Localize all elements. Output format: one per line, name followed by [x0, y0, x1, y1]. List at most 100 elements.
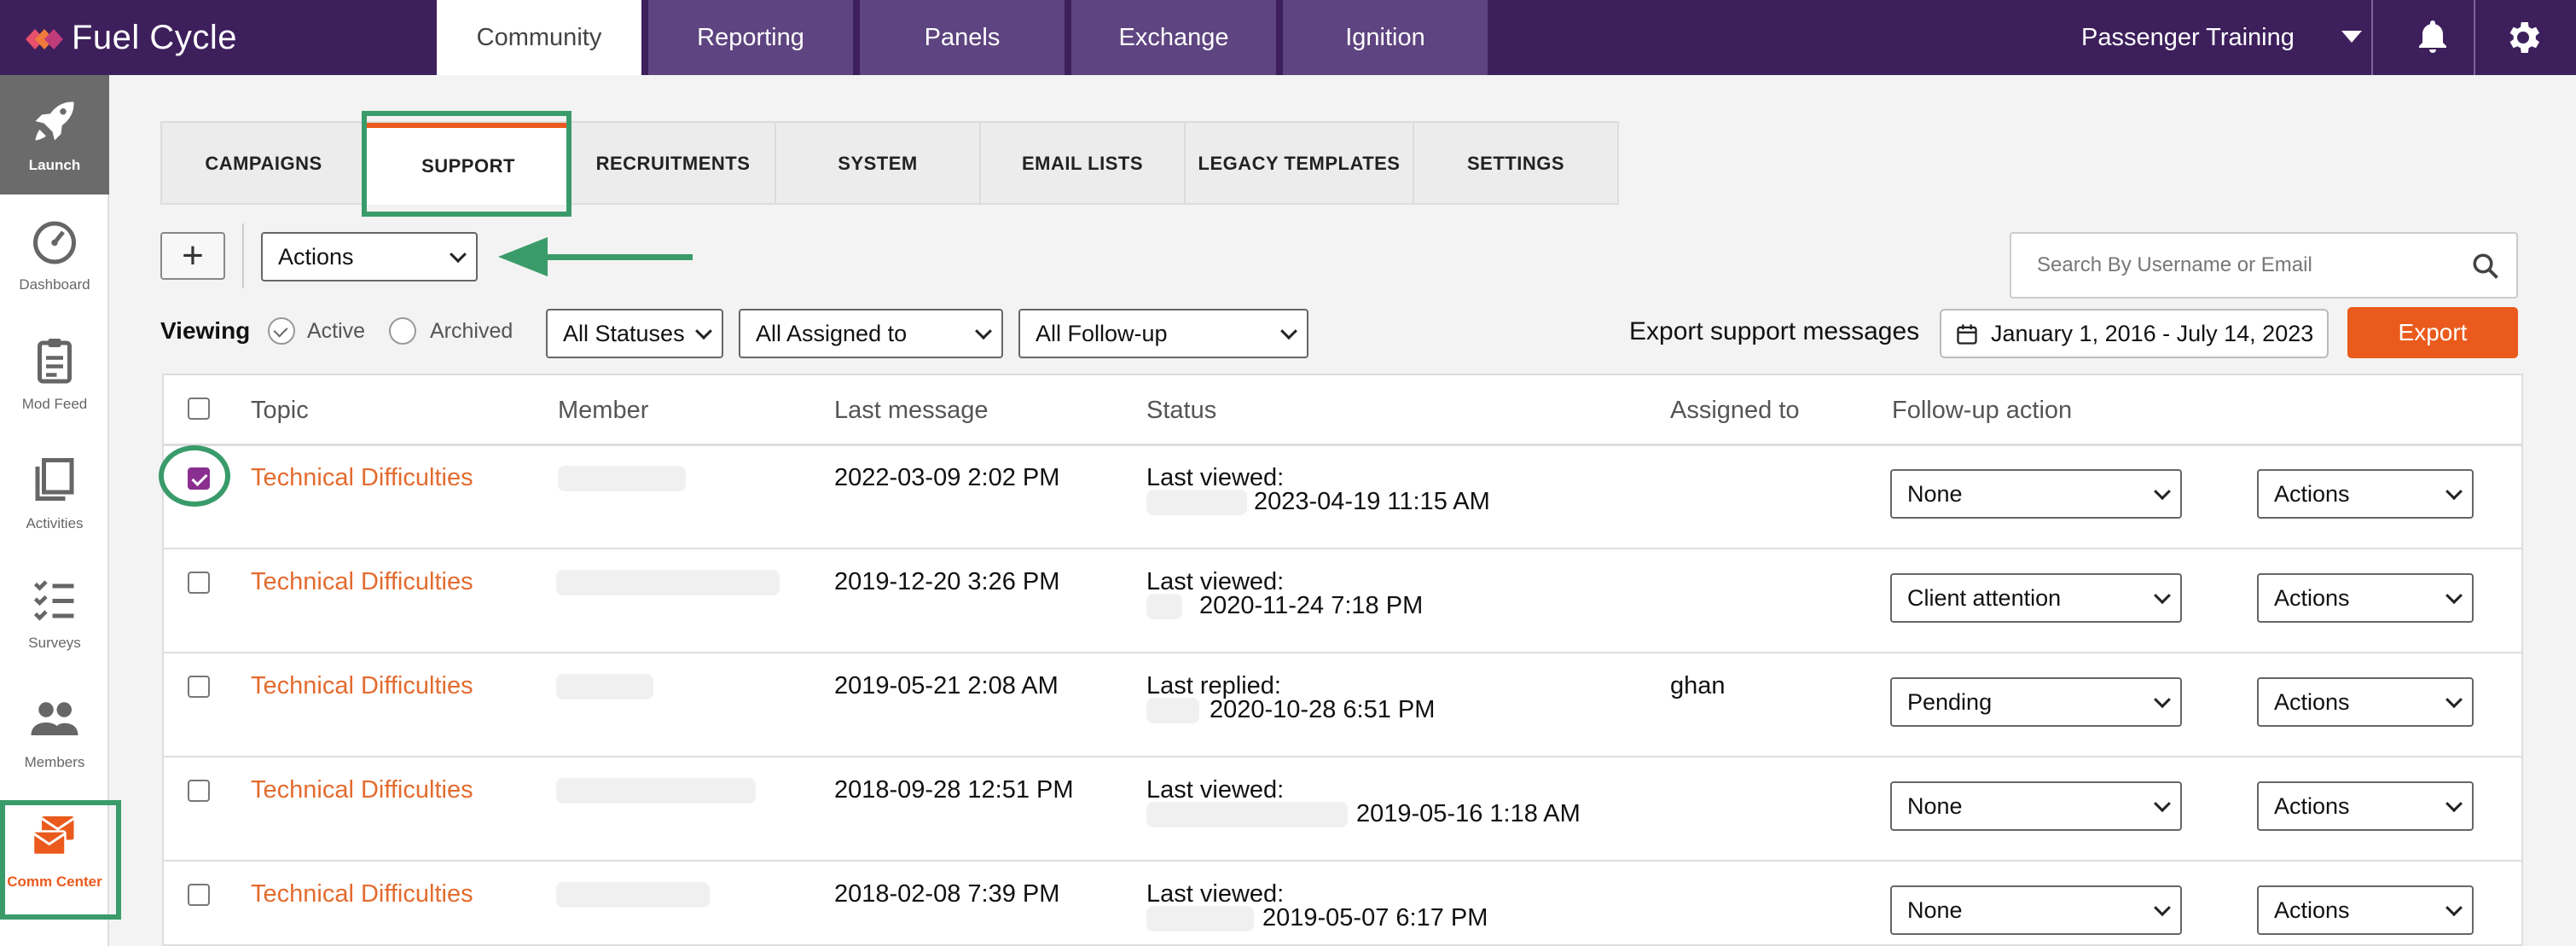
- chevron-down-icon: [2445, 795, 2463, 813]
- bulk-actions-select[interactable]: Actions: [261, 232, 478, 281]
- export-button[interactable]: Export: [2347, 307, 2518, 358]
- topic-link[interactable]: Technical Difficulties: [251, 568, 473, 596]
- column-header-last-message[interactable]: Last message: [834, 375, 989, 445]
- last-message-time: 2018-02-08 7:39 PM: [834, 880, 1060, 908]
- subtab-system[interactable]: SYSTEM: [776, 123, 981, 205]
- chevron-down-icon: [2154, 795, 2171, 813]
- subtab-settings[interactable]: SETTINGS: [1414, 123, 1617, 205]
- row-checkbox[interactable]: [188, 572, 210, 594]
- chevron-down-icon: [450, 246, 467, 264]
- status-time: 2020-11-24 7:18 PM: [1199, 592, 1424, 619]
- followup-select[interactable]: None: [1890, 469, 2182, 519]
- column-header-topic[interactable]: Topic: [251, 375, 309, 445]
- sidebar-item-surveys[interactable]: Surveys: [0, 553, 109, 672]
- redacted-member: [558, 466, 686, 491]
- tab-community[interactable]: Community: [437, 0, 641, 75]
- last-message-time: 2018-09-28 12:51 PM: [834, 776, 1074, 804]
- sidebar-item-launch[interactable]: Launch: [0, 75, 109, 194]
- select-all-checkbox[interactable]: [188, 398, 210, 420]
- topic-link[interactable]: Technical Difficulties: [251, 464, 473, 492]
- row-actions-select[interactable]: Actions: [2257, 469, 2474, 519]
- status-time: 2023-04-19 11:15 AM: [1254, 488, 1490, 515]
- redacted-member: [556, 570, 780, 595]
- search-icon[interactable]: [2470, 251, 2501, 281]
- tab-ignition[interactable]: Ignition: [1283, 0, 1488, 75]
- people-icon: [31, 702, 78, 735]
- column-header-assigned-to[interactable]: Assigned to: [1670, 375, 1800, 445]
- subtab-recruitments[interactable]: RECRUITMENTS: [571, 123, 776, 205]
- table-row: Technical Difficulties 2019-12-20 3:26 P…: [164, 549, 2523, 653]
- followup-value: None: [1907, 792, 1963, 819]
- check-icon: [273, 322, 288, 338]
- row-actions-select[interactable]: Actions: [2257, 781, 2474, 831]
- redacted-member: [556, 882, 710, 908]
- column-header-member[interactable]: Member: [558, 375, 648, 445]
- caret-down-icon[interactable]: [2341, 31, 2362, 43]
- followup-value: None: [1907, 480, 1963, 507]
- sidebar-item-dashboard[interactable]: Dashboard: [0, 194, 109, 314]
- followup-select[interactable]: None: [1890, 885, 2182, 935]
- add-button[interactable]: +: [160, 232, 225, 280]
- followup-filter-select[interactable]: All Follow-up: [1018, 309, 1308, 358]
- logo-mark-icon: [26, 29, 63, 49]
- annotation-highlight-comm-center: [0, 800, 121, 920]
- column-header-followup-action[interactable]: Follow-up action: [1892, 375, 2072, 445]
- followup-value: Pending: [1907, 688, 1993, 715]
- followup-select[interactable]: Client attention: [1890, 573, 2182, 623]
- search-input[interactable]: Search By Username or Email: [2010, 232, 2518, 299]
- subtab-legacy-templates[interactable]: LEGACY TEMPLATES: [1186, 123, 1414, 205]
- sidebar-item-activities[interactable]: Activities: [0, 433, 109, 553]
- sidebar-item-label: Activities: [26, 515, 84, 531]
- followup-select[interactable]: None: [1890, 781, 2182, 831]
- bell-icon[interactable]: [2412, 17, 2453, 58]
- chevron-down-icon: [2154, 483, 2171, 501]
- row-checkbox[interactable]: [188, 884, 210, 906]
- redacted-member: [556, 674, 653, 699]
- export-label: Export support messages: [1629, 317, 1920, 345]
- tab-reporting[interactable]: Reporting: [648, 0, 853, 75]
- subtab-email-lists[interactable]: EMAIL LISTS: [981, 123, 1186, 205]
- fuel-cycle-logo[interactable]: Fuel Cycle: [26, 14, 237, 61]
- active-radio[interactable]: [268, 317, 295, 345]
- sidebar-item-mod-feed[interactable]: Mod Feed: [0, 314, 109, 433]
- row-actions-select[interactable]: Actions: [2257, 677, 2474, 727]
- chevron-down-icon: [2445, 899, 2463, 917]
- row-actions-select[interactable]: Actions: [2257, 885, 2474, 935]
- row-checkbox[interactable]: [188, 676, 210, 698]
- gauge-icon: [33, 221, 76, 264]
- annotation-arrow-head: [498, 237, 548, 276]
- row-actions-select[interactable]: Actions: [2257, 573, 2474, 623]
- sidebar-item-members[interactable]: Members: [0, 672, 109, 792]
- assigned-filter-value: All Assigned to: [756, 320, 908, 346]
- top-nav-bar: Fuel Cycle Community Reporting Panels Ex…: [0, 0, 2576, 75]
- topic-link[interactable]: Technical Difficulties: [251, 776, 473, 804]
- followup-select[interactable]: Pending: [1890, 677, 2182, 727]
- gear-icon[interactable]: [2503, 17, 2544, 58]
- sidebar-item-label: Mod Feed: [21, 396, 88, 412]
- assigned-filter-select[interactable]: All Assigned to: [739, 309, 1003, 358]
- subtab-campaigns[interactable]: CAMPAIGNS: [162, 123, 367, 205]
- status-filter-select[interactable]: All Statuses: [546, 309, 723, 358]
- row-actions-value: Actions: [2274, 792, 2350, 819]
- row-actions-value: Actions: [2274, 897, 2350, 923]
- archived-radio[interactable]: [389, 317, 416, 345]
- last-message-time: 2022-03-09 2:02 PM: [834, 464, 1060, 491]
- chevron-down-icon: [1280, 322, 1297, 340]
- topic-link[interactable]: Technical Difficulties: [251, 672, 473, 700]
- chevron-down-icon: [695, 322, 712, 340]
- table-row: Technical Difficulties 2018-02-08 7:39 P…: [164, 862, 2523, 946]
- tab-panels[interactable]: Panels: [860, 0, 1065, 75]
- row-checkbox[interactable]: [188, 780, 210, 802]
- archived-label: Archived: [430, 319, 513, 343]
- table-row: Technical Difficulties 2019-05-21 2:08 A…: [164, 653, 2523, 757]
- column-header-status[interactable]: Status: [1146, 375, 1216, 445]
- topic-link[interactable]: Technical Difficulties: [251, 880, 473, 908]
- divider: [2474, 0, 2475, 75]
- sidebar-item-label: Launch: [28, 157, 81, 173]
- table-row: Technical Difficulties 2022-03-09 2:02 P…: [164, 445, 2523, 549]
- chevron-down-icon: [2154, 899, 2171, 917]
- date-range-picker[interactable]: January 1, 2016 - July 14, 2023: [1940, 309, 2329, 358]
- annotation-circle-checkbox: [159, 445, 230, 507]
- tab-exchange[interactable]: Exchange: [1071, 0, 1276, 75]
- project-selector[interactable]: Passenger Training: [2081, 0, 2295, 75]
